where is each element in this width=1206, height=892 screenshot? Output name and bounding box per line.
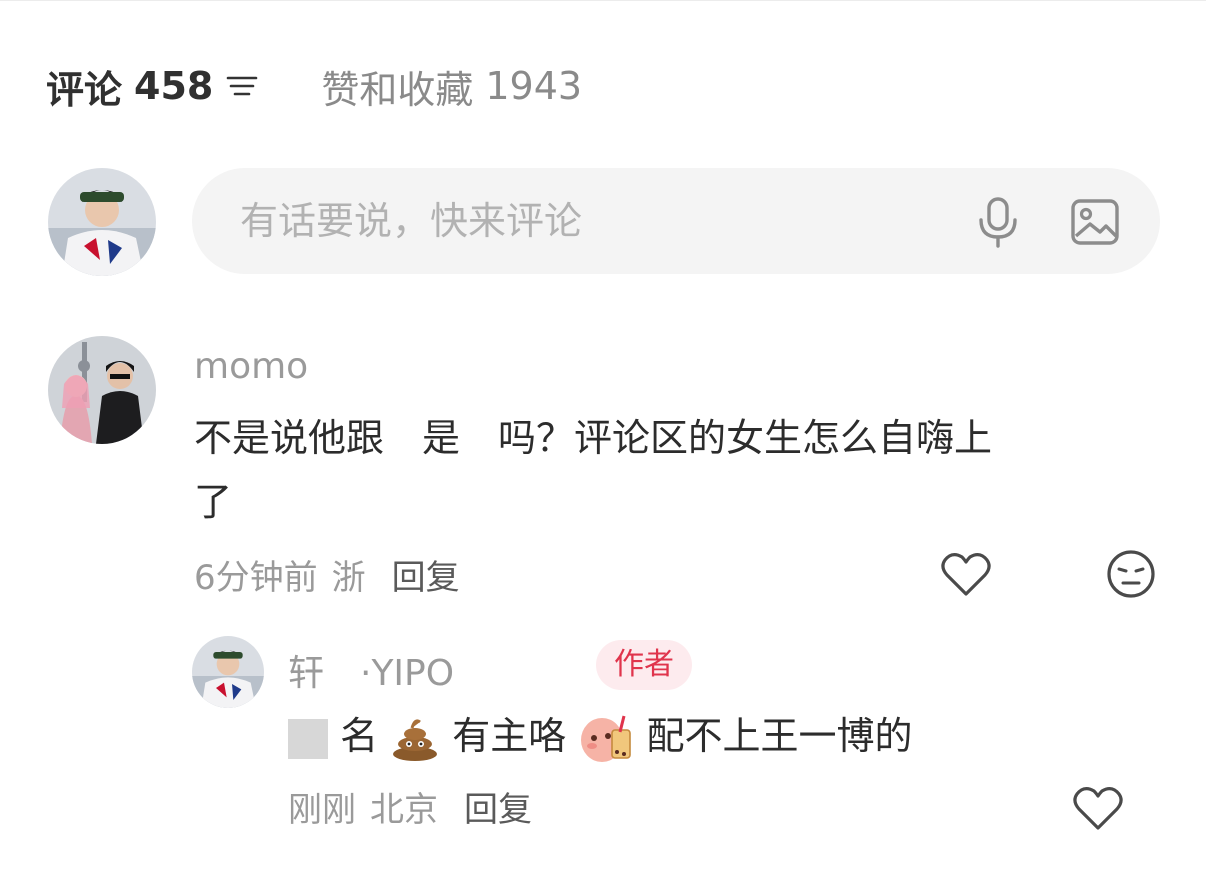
- reply-text-part-2: 有主咯: [452, 714, 567, 758]
- image-icon[interactable]: [1070, 198, 1120, 246]
- reply-username[interactable]: 轩 ·YIPO: [288, 644, 454, 696]
- commenter-avatar[interactable]: [48, 336, 156, 444]
- comment-username[interactable]: momo: [194, 346, 308, 387]
- poop-emoji-icon: [393, 718, 438, 761]
- comment-input[interactable]: 有话要说，快来评论: [192, 168, 1160, 274]
- reply-heart-icon[interactable]: [1072, 784, 1124, 832]
- current-user-avatar[interactable]: [48, 168, 156, 276]
- sort-icon[interactable]: [225, 69, 259, 103]
- tab-comments-count: 458: [134, 64, 214, 108]
- reply-meta: 刚刚 北京 回复: [288, 782, 532, 830]
- author-badge: 作者: [596, 640, 692, 690]
- comment-text: 不是说他跟 是 吗？评论区的女生怎么自嗨上 了: [194, 406, 1154, 534]
- reply-location: 北京: [370, 789, 438, 830]
- heart-icon[interactable]: [940, 550, 992, 598]
- comment-text-line-1: 不是说他跟 是 吗？评论区的女生怎么自嗨上: [194, 416, 993, 460]
- tab-comments-label: 评论: [46, 67, 123, 112]
- microphone-icon[interactable]: [976, 196, 1020, 248]
- reply-text: 名 有主咯 配不上王一博的: [288, 704, 913, 768]
- boba-tea-emoji-icon: [581, 715, 632, 762]
- reply-text-part-3: 配不上王一博的: [646, 714, 913, 758]
- reply-time: 刚刚: [288, 789, 356, 830]
- comment-time: 6分钟前: [194, 557, 318, 598]
- reply-reply-button[interactable]: 回复: [464, 782, 532, 831]
- redacted-block: [288, 718, 328, 759]
- comment-tabs: 评论 458 赞和收藏 1943: [46, 58, 582, 114]
- tab-comments[interactable]: 评论 458: [46, 59, 259, 114]
- tab-likes-count: 1943: [485, 64, 583, 108]
- top-divider: [0, 0, 1206, 1]
- comment-text-line-2: 了: [194, 480, 233, 524]
- author-avatar[interactable]: [192, 636, 264, 708]
- tab-likes-and-favorites[interactable]: 赞和收藏 1943: [321, 59, 582, 114]
- tab-likes-label: 赞和收藏: [321, 67, 474, 112]
- comment-meta: 6分钟前 浙 回复: [194, 550, 460, 598]
- unhappy-face-icon[interactable]: [1105, 548, 1157, 600]
- reply-button[interactable]: 回复: [392, 550, 460, 599]
- comment-input-placeholder: 有话要说，快来评论: [240, 199, 583, 243]
- reply-text-part-1: 名: [340, 714, 379, 758]
- comment-location: 浙: [331, 557, 366, 598]
